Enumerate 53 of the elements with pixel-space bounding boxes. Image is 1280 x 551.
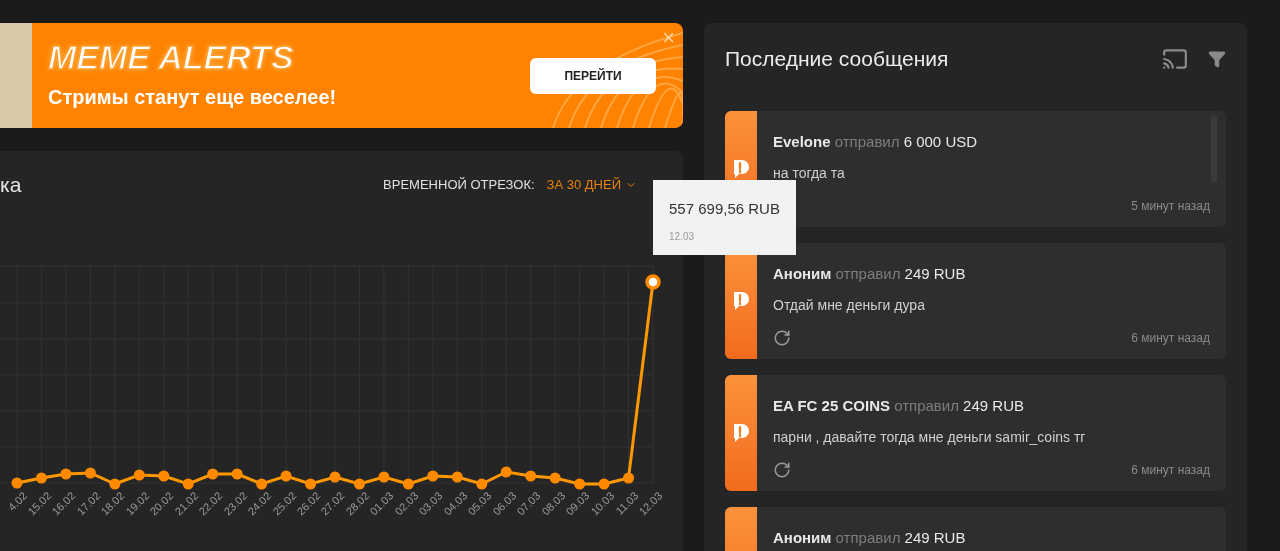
data-point[interactable] — [574, 478, 586, 490]
filter-icon[interactable] — [1208, 49, 1226, 68]
data-point[interactable] — [500, 466, 512, 478]
speech-bubble-icon — [731, 157, 751, 180]
data-point[interactable] — [207, 468, 219, 480]
data-point[interactable] — [329, 471, 341, 483]
data-point[interactable] — [11, 477, 23, 489]
message-time: 6 минут назад — [1131, 329, 1210, 347]
data-point[interactable] — [133, 469, 145, 481]
message-heading: Аноним отправил 249 RUB — [773, 527, 967, 548]
data-point[interactable] — [35, 472, 47, 484]
go-button[interactable]: ПЕРЕЙТИ — [530, 57, 656, 94]
logo: MEME ALERTS — [48, 39, 295, 74]
data-point[interactable] — [256, 478, 268, 490]
data-point[interactable] — [353, 478, 365, 490]
highlighted-data-point[interactable] — [645, 274, 661, 290]
message-heading: Аноним отправил 249 RUB — [773, 263, 967, 284]
data-point[interactable] — [476, 478, 488, 490]
message-text: Отдай мне деньги дура — [773, 296, 926, 315]
message-heading: Evelone отправил 6 000 USD — [773, 131, 979, 152]
data-point[interactable] — [623, 472, 635, 484]
tooltip-date: 12.03 — [669, 229, 696, 244]
data-point[interactable] — [182, 478, 194, 490]
data-point[interactable] — [549, 472, 561, 484]
axis-label: 4.02 — [4, 488, 29, 515]
data-point[interactable] — [305, 478, 317, 490]
period-label: ВРЕМЕННОЙ ОТРЕЗОК: — [383, 176, 535, 194]
speech-bubble-icon — [731, 421, 751, 444]
chart-title: ка — [0, 172, 22, 198]
data-point[interactable] — [231, 468, 243, 480]
tooltip-value: 557 699,56 RUB — [669, 199, 780, 219]
message-text: парни , давайте тогда мне деньги samir_coins тг — [773, 428, 1087, 447]
message-heading: EA FC 25 COINS отправил 249 RUB — [773, 395, 1025, 416]
data-point[interactable] — [280, 470, 292, 482]
data-point[interactable] — [84, 467, 96, 479]
banner-tagline: Стримы станут еще веселее! — [48, 84, 337, 110]
data-point[interactable] — [158, 470, 170, 482]
message-time: 5 минут назад — [1131, 197, 1210, 215]
replay-icon[interactable] — [773, 460, 791, 479]
data-point[interactable] — [60, 468, 72, 480]
speech-bubble-icon — [731, 289, 751, 312]
data-point[interactable] — [378, 471, 390, 483]
data-point[interactable] — [525, 470, 537, 482]
data-point[interactable] — [402, 478, 414, 490]
message-time: 6 минут назад — [1131, 461, 1210, 479]
data-point[interactable] — [427, 470, 439, 482]
data-point[interactable] — [109, 478, 121, 490]
message-text: на тогда та — [773, 164, 846, 183]
period-dropdown[interactable]: ЗА 30 ДНЕЙ — [546, 175, 637, 195]
data-point[interactable] — [598, 478, 610, 490]
panel-title: Последние сообщения — [725, 46, 949, 72]
data-point[interactable] — [451, 471, 463, 483]
replay-icon[interactable] — [773, 328, 791, 347]
